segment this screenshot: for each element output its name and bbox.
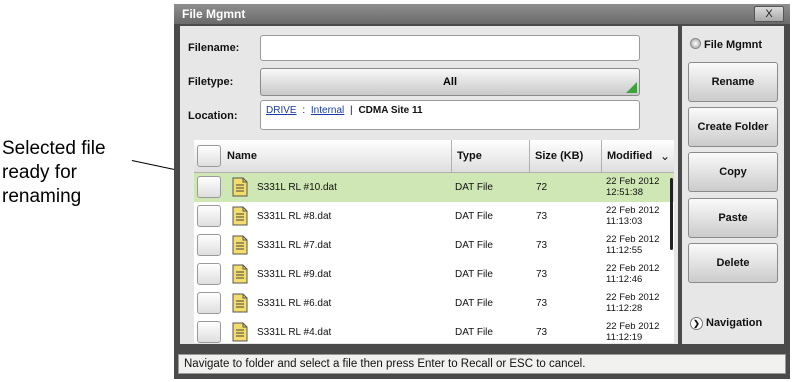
radio-icon [690,38,701,49]
document-icon [232,293,248,313]
file-modified: 22 Feb 2012 11:12:55 [606,234,659,256]
location-drive-link[interactable]: DRIVE [266,105,297,116]
rename-button[interactable]: Rename [688,62,778,102]
location-current: CDMA Site 11 [358,105,423,116]
chevron-right-icon: ❯ [690,317,703,330]
paste-button[interactable]: Paste [688,198,778,238]
row-checkbox[interactable] [197,321,221,343]
copy-button[interactable]: Copy [688,152,778,192]
file-mgmt-window: File Mgmnt X Filename: Filetype: All Loc… [174,4,790,379]
file-size: 73 [536,240,548,251]
file-modified: 22 Feb 2012 11:12:19 [606,321,659,343]
document-icon [232,322,248,342]
table-row[interactable]: S331L RL #8.dat DAT File 73 22 Feb 2012 11:1… [194,202,674,232]
column-type[interactable]: Type [451,140,529,172]
window-title: File Mgmnt [182,7,246,21]
location-internal-link[interactable]: Internal [311,105,344,116]
location-separator: : [302,105,306,116]
title-bar: File Mgmnt X [174,4,790,24]
select-all-checkbox[interactable] [197,145,221,167]
document-icon [232,177,248,197]
document-icon [232,264,248,284]
row-checkbox[interactable] [197,292,221,314]
table-row-selected[interactable]: S331L RL #10.dat DAT File 72 22 Feb 2012 12:… [194,173,674,203]
column-size[interactable]: Size (KB) [529,140,601,172]
modified-time: 11:12:55 [606,245,643,256]
modified-time: 11:12:46 [606,274,643,285]
modified-date: 22 Feb 2012 [606,263,660,274]
row-checkbox[interactable] [197,205,221,227]
file-name: S331L RL #9.dat [257,269,332,280]
file-size: 73 [536,269,548,280]
file-type: DAT File [455,211,493,222]
delete-button[interactable]: Delete [688,243,778,283]
file-name: S331L RL #8.dat [257,211,332,222]
document-icon [232,235,248,255]
navigation-button[interactable]: ❯ Navigation [690,317,762,330]
modified-date: 22 Feb 2012 [606,321,660,332]
table-row[interactable]: S331L RL #6.dat DAT File 73 22 Feb 2012 11:1… [194,289,674,319]
filetype-value: All [442,76,458,88]
column-name[interactable]: Name [222,140,451,172]
file-type: DAT File [455,327,493,338]
file-name: S331L RL #10.dat [257,182,337,193]
sort-chevron-icon: ⌄ [659,149,670,163]
modified-date: 22 Feb 2012 [606,176,660,187]
modified-time: 12:51:38 [606,187,643,198]
row-checkbox[interactable] [197,263,221,285]
filename-label: Filename: [188,42,240,54]
modified-time: 11:12:28 [606,303,643,314]
file-size: 73 [536,211,548,222]
location-separator: | [350,105,353,116]
modified-date: 22 Feb 2012 [606,205,660,216]
filename-input[interactable] [260,35,640,61]
file-mgmt-radio-label: File Mgmnt [704,39,763,51]
file-type: DAT File [455,240,493,251]
main-panel: Filename: Filetype: All Location: DRIVE … [180,26,678,344]
row-checkbox[interactable] [197,176,221,198]
file-type: DAT File [455,182,493,193]
file-list-header: Name Type Size (KB) Modified ⌄ [194,140,674,173]
modified-time: 11:12:19 [606,332,643,343]
table-row[interactable]: S331L RL #9.dat DAT File 73 22 Feb 2012 11:1… [194,260,674,290]
dropdown-corner-icon [626,82,637,93]
filetype-select[interactable]: All [260,68,640,96]
close-button[interactable]: X [754,6,784,22]
location-label: Location: [188,110,238,122]
file-type: DAT File [455,298,493,309]
filetype-label: Filetype: [188,76,234,88]
document-icon [232,206,248,226]
file-list: Name Type Size (KB) Modified ⌄ S331L RL … [194,140,674,343]
row-checkbox[interactable] [197,234,221,256]
file-size: 73 [536,298,548,309]
file-name: S331L RL #7.dat [257,240,332,251]
column-modified[interactable]: Modified ⌄ [601,140,674,172]
modified-time: 11:13:03 [606,216,643,227]
file-modified: 22 Feb 2012 11:12:46 [606,263,659,285]
file-modified: 22 Feb 2012 11:12:28 [606,292,659,314]
scrollbar[interactable] [670,178,673,250]
file-modified: 22 Feb 2012 12:51:38 [606,176,659,198]
table-row[interactable]: S331L RL #4.dat DAT File 73 22 Feb 2012 11:1… [194,318,674,343]
modified-date: 22 Feb 2012 [606,292,660,303]
location-path: DRIVE : Internal | CDMA Site 11 [260,100,640,130]
file-name: S331L RL #4.dat [257,327,332,338]
table-row[interactable]: S331L RL #7.dat DAT File 73 22 Feb 2012 11:1… [194,231,674,261]
file-type: DAT File [455,269,493,280]
navigation-label: Navigation [706,317,763,329]
file-mgmt-radio[interactable]: File Mgmnt [690,38,762,51]
file-name: S331L RL #6.dat [257,298,332,309]
action-sidebar: File Mgmnt Rename Create Folder Copy Pas… [682,26,784,344]
create-folder-button[interactable]: Create Folder [688,107,778,147]
file-modified: 22 Feb 2012 11:13:03 [606,205,659,227]
file-size: 73 [536,327,548,338]
modified-date: 22 Feb 2012 [606,234,660,245]
status-bar: Navigate to folder and select a file the… [178,354,786,374]
callout-text: Selected file ready for renaming [2,138,106,207]
file-size: 72 [536,182,548,193]
column-modified-label: Modified [607,150,653,162]
